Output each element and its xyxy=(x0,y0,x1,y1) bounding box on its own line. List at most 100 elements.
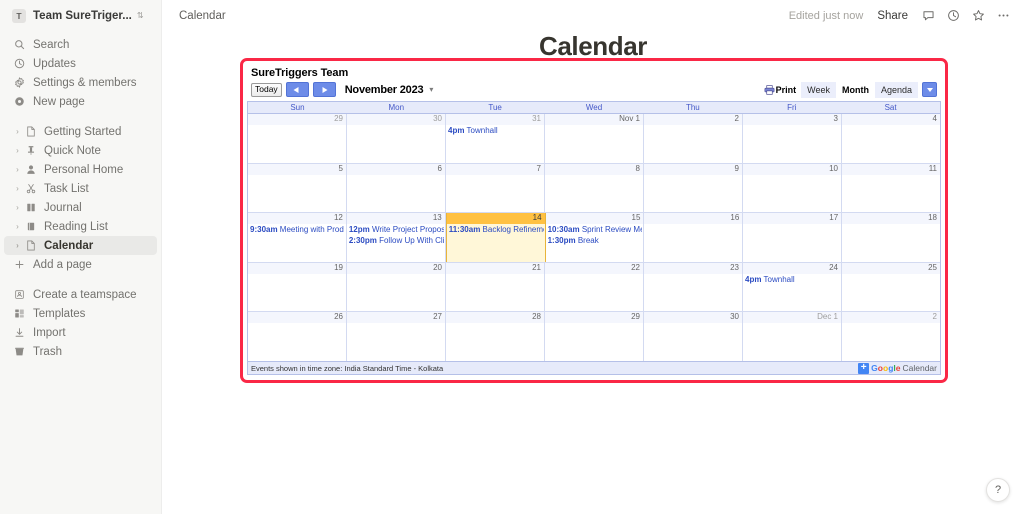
sidebar-item-label: Import xyxy=(33,326,66,339)
view-tab-month[interactable]: Month xyxy=(835,81,875,98)
calendar-day-cell[interactable]: 14 11:30am Backlog Refineme xyxy=(445,213,546,262)
sidebar-item-import[interactable]: Import xyxy=(4,323,157,342)
calendar-day-cell[interactable]: 25 xyxy=(842,262,940,312)
day-events xyxy=(842,323,940,361)
event-time: 12pm xyxy=(348,225,370,235)
sidebar-item-journal[interactable]: › Journal xyxy=(4,198,157,217)
sidebar-item-new-page[interactable]: New page xyxy=(4,92,157,111)
sidebar-item-create-teamspace[interactable]: Create a teamspace xyxy=(4,285,157,304)
calendar-day-cell[interactable]: Nov 1 xyxy=(545,114,644,163)
calendar-day-cell[interactable]: 3 xyxy=(743,114,842,163)
view-tab-week[interactable]: Week xyxy=(801,81,836,98)
calendar-day-cell[interactable]: 15 10:30am Sprint Review Me 1:30pm Break xyxy=(545,213,645,262)
calendar-week-row: 19 20 21 22 23 24 4pm Townhall 25 xyxy=(248,262,940,313)
pin-icon xyxy=(23,145,38,156)
calendar-day-cell[interactable]: 2 xyxy=(842,312,940,361)
calendar-day-cell[interactable]: 10 xyxy=(743,163,842,213)
calendar-day-cell[interactable]: 28 xyxy=(446,312,545,361)
calendar-day-cell[interactable]: 30 xyxy=(347,114,446,163)
calendar-day-cell[interactable]: 5 xyxy=(248,163,347,213)
calendar-week-row: 29 30 31 4pm Townhall Nov 1234 xyxy=(248,114,940,164)
event-time: 10:30am xyxy=(547,225,580,235)
day-of-week-label: Thu xyxy=(685,103,700,112)
calendar-event[interactable]: 2:30pm Follow Up With Cli xyxy=(348,236,444,247)
sidebar-item-updates[interactable]: Updates xyxy=(4,54,157,73)
sidebar-item-settings[interactable]: Settings & members xyxy=(4,73,157,92)
chevron-right-icon[interactable]: › xyxy=(12,222,23,231)
today-button[interactable]: Today xyxy=(251,82,282,97)
sidebar-item-reading-list[interactable]: › Reading List xyxy=(4,217,157,236)
comment-icon[interactable] xyxy=(917,5,939,27)
add-a-page-button[interactable]: Add a page xyxy=(4,255,157,274)
chevron-right-icon[interactable] xyxy=(312,82,336,97)
day-events xyxy=(644,274,742,312)
calendar-event[interactable]: 4pm Townhall xyxy=(744,275,840,286)
calendar-day-cell[interactable]: 16 xyxy=(644,213,744,262)
calendar-event[interactable]: 9:30am Meeting with Prod xyxy=(249,225,345,236)
calendar-day-cell[interactable]: Dec 1 xyxy=(743,312,842,361)
calendar-day-cell[interactable]: 12 9:30am Meeting with Prod xyxy=(248,213,347,262)
calendar-day-cell[interactable]: 8 xyxy=(545,163,644,213)
calendar-day-cell[interactable]: 2 xyxy=(644,114,743,163)
calendar-event[interactable]: 12pm Write Project Propos xyxy=(348,225,444,236)
calendar-day-cell[interactable]: 4 xyxy=(842,114,940,163)
help-button[interactable]: ? xyxy=(986,478,1010,502)
calendar-event[interactable]: 1:30pm Break xyxy=(547,236,643,247)
chevron-right-icon[interactable]: › xyxy=(12,184,23,193)
breadcrumb[interactable]: Calendar xyxy=(174,8,231,24)
chevron-down-icon[interactable]: ▾ xyxy=(429,85,433,94)
event-title: Sprint Review Me xyxy=(579,225,643,235)
calendar-day-cell[interactable]: 26 xyxy=(248,312,347,361)
sidebar-item-calendar[interactable]: › Calendar xyxy=(4,236,157,255)
calendar-day-cell[interactable]: 18 xyxy=(842,213,941,262)
star-icon[interactable] xyxy=(967,5,989,27)
chevron-right-icon[interactable]: › xyxy=(12,165,23,174)
calendar-day-cell[interactable]: 31 4pm Townhall xyxy=(446,114,545,163)
chevron-right-icon[interactable]: › xyxy=(12,203,23,212)
sidebar-item-task-list[interactable]: › Task List xyxy=(4,179,157,198)
calendar-day-cell[interactable]: 21 xyxy=(446,262,545,312)
event-time: 11:30am xyxy=(448,225,481,235)
chevron-left-icon[interactable] xyxy=(285,82,309,97)
calendar-day-cell[interactable]: 19 xyxy=(248,262,347,312)
calendar-day-cell[interactable]: 6 xyxy=(347,163,446,213)
sidebar-item-getting-started[interactable]: › Getting Started xyxy=(4,122,157,141)
calendar-day-cell[interactable]: 22 xyxy=(545,262,644,312)
chevron-right-icon[interactable]: › xyxy=(12,241,23,250)
workspace-switcher[interactable]: T Team SureTriger... ⇅ xyxy=(4,5,157,27)
day-number: 29 xyxy=(545,312,643,324)
chevron-right-icon[interactable]: › xyxy=(12,127,23,136)
sidebar-item-quick-note[interactable]: › Quick Note xyxy=(4,141,157,160)
clock-history-icon[interactable] xyxy=(942,5,964,27)
sidebar-item-personal-home[interactable]: › Personal Home xyxy=(4,160,157,179)
calendar-day-cell[interactable]: 11 xyxy=(842,163,940,213)
calendar-day-cell[interactable]: 30 xyxy=(644,312,743,361)
sidebar-item-trash[interactable]: Trash xyxy=(4,342,157,361)
calendar-day-cell[interactable]: 20 xyxy=(347,262,446,312)
sidebar-item-templates[interactable]: Templates xyxy=(4,304,157,323)
chevron-down-icon[interactable] xyxy=(922,82,937,97)
calendar-event[interactable]: 10:30am Sprint Review Me xyxy=(547,225,643,236)
chevron-right-icon[interactable]: › xyxy=(12,146,23,155)
day-of-week-label: Mon xyxy=(388,103,405,112)
view-tab-agenda[interactable]: Agenda xyxy=(874,81,918,98)
share-button[interactable]: Share xyxy=(871,7,914,25)
sidebar-item-search[interactable]: Search xyxy=(4,35,157,54)
calendar-day-cell[interactable]: 7 xyxy=(446,163,545,213)
calendar-day-cell[interactable]: 24 4pm Townhall xyxy=(743,262,842,312)
calendar-day-cell[interactable]: 23 xyxy=(644,262,743,312)
calendar-day-cell[interactable]: 17 xyxy=(743,213,843,262)
calendar-day-cell[interactable]: 27 xyxy=(347,312,446,361)
top-bar-actions: Edited just now Share xyxy=(789,5,1014,27)
last-edited-status: Edited just now xyxy=(788,9,864,22)
calendar-event[interactable]: 11:30am Backlog Refineme xyxy=(448,225,544,236)
google-calendar-logo[interactable]: + G o o g l e Calendar xyxy=(858,362,937,374)
calendar-event[interactable]: 4pm Townhall xyxy=(447,126,543,137)
calendar-day-cell[interactable]: 29 xyxy=(545,312,644,361)
calendar-day-cell[interactable]: 13 12pm Write Project Propos 2:30pm Follow… xyxy=(346,213,446,262)
calendar-day-cell[interactable]: 9 xyxy=(644,163,743,213)
calendar-day-cell[interactable]: 29 xyxy=(248,114,347,163)
print-button[interactable]: Print xyxy=(764,85,796,95)
clock-icon xyxy=(12,58,27,69)
more-options-icon[interactable] xyxy=(992,5,1014,27)
